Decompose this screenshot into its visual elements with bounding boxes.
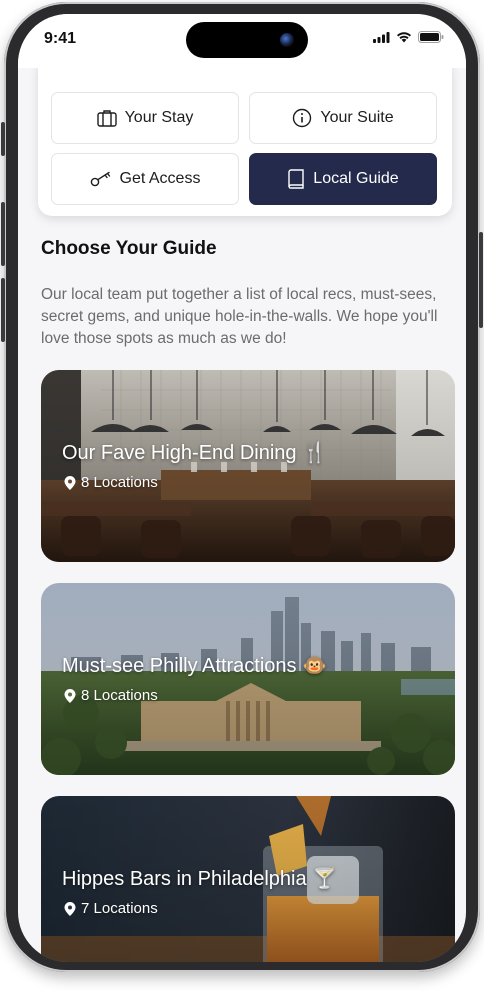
pin-icon	[64, 688, 76, 703]
tab-local-guide[interactable]: Local Guide	[249, 153, 437, 205]
suitcase-icon	[96, 110, 117, 127]
guide-card-bars[interactable]: Hippes Bars in Philadelphia 🍸 7 Location…	[41, 796, 455, 962]
pin-icon	[64, 901, 76, 916]
tab-your-stay[interactable]: Your Stay	[51, 92, 239, 144]
tab-label: Your Suite	[320, 109, 394, 126]
key-icon	[90, 171, 110, 187]
battery-icon	[418, 31, 444, 43]
mute-switch	[1, 122, 5, 156]
tab-label: Your Stay	[124, 109, 194, 126]
guide-card-dining[interactable]: Our Fave High-End Dining 🍴 8 Locations	[41, 370, 455, 562]
scroll-content[interactable]: Your Stay Your Suite Get Access Local Gu…	[18, 68, 466, 962]
tab-panel: Your Stay Your Suite Get Access Local Gu…	[38, 68, 452, 216]
power-button	[479, 232, 483, 328]
status-time: 9:41	[44, 30, 77, 47]
camera-icon	[280, 33, 294, 47]
volume-up-button	[1, 202, 5, 266]
tab-get-access[interactable]: Get Access	[51, 153, 239, 205]
tab-label: Local Guide	[313, 170, 399, 187]
section-description: Our local team put together a list of lo…	[41, 286, 438, 347]
image-overlay	[41, 370, 455, 562]
status-icons	[373, 31, 444, 43]
screen: 9:41 Your Stay Your Suite Get Access Loc…	[18, 14, 466, 962]
guide-location-count: 8 Locations	[63, 687, 158, 704]
section-title: Choose Your Guide	[41, 238, 217, 259]
guide-card-attractions[interactable]: Must-see Philly Attractions 🐵 8 Location…	[41, 583, 455, 775]
guide-title: Our Fave High-End Dining 🍴	[62, 442, 328, 464]
guide-location-count: 7 Locations	[63, 900, 158, 917]
guide-title: Must-see Philly Attractions 🐵	[62, 655, 327, 677]
pin-icon	[64, 475, 76, 490]
phone-frame: 9:41 Your Stay Your Suite Get Access Loc…	[1, 2, 483, 972]
guide-location-count: 8 Locations	[63, 474, 158, 491]
tab-label: Get Access	[119, 170, 201, 187]
guide-title: Hippes Bars in Philadelphia 🍸	[62, 868, 338, 890]
signal-icon	[373, 31, 390, 43]
tab-your-suite[interactable]: Your Suite	[249, 92, 437, 144]
info-icon	[293, 108, 312, 128]
wifi-icon	[397, 32, 411, 43]
book-icon	[288, 169, 304, 189]
volume-down-button	[1, 278, 5, 342]
status-bar: 9:41	[18, 14, 466, 68]
dynamic-island	[186, 22, 308, 58]
location-count-text: 8 Locations	[81, 474, 158, 491]
location-count-text: 8 Locations	[81, 687, 158, 704]
location-count-text: 7 Locations	[81, 900, 158, 917]
image-overlay	[41, 583, 455, 775]
